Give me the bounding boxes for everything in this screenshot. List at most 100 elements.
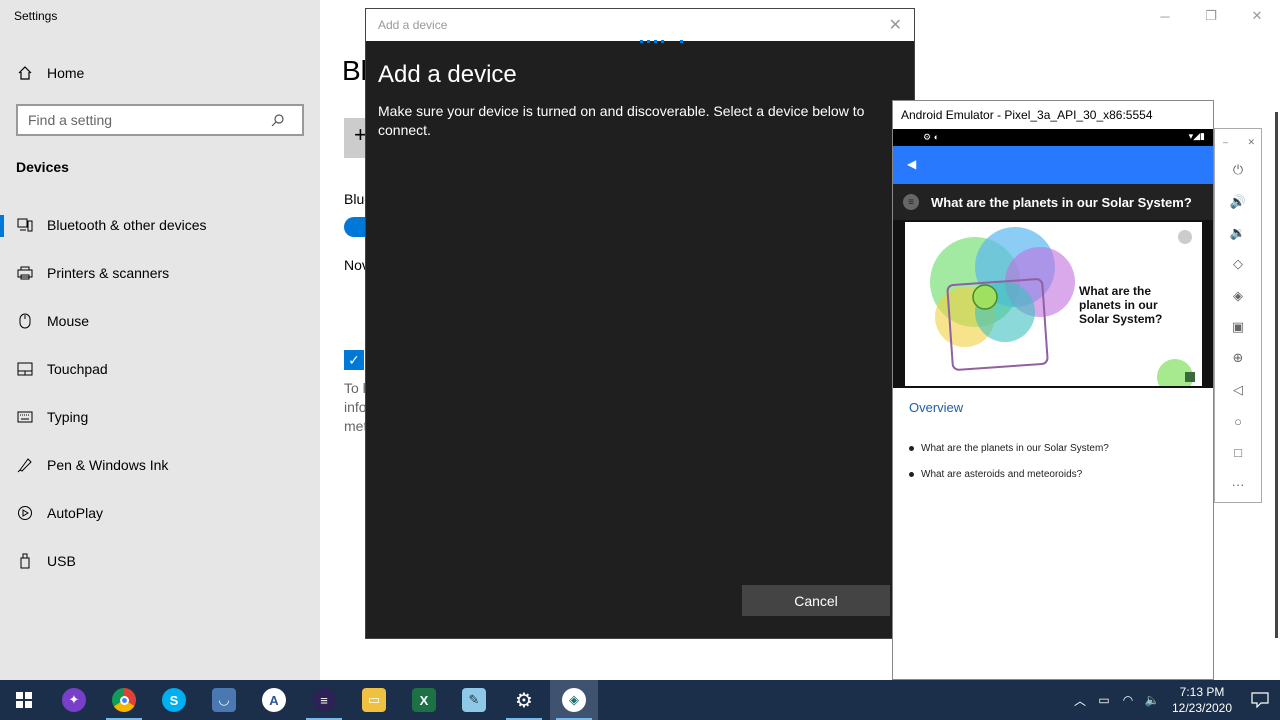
back-arrow-icon[interactable]: ◀ [907,157,916,171]
more-icon[interactable]: ··· [1227,473,1249,495]
restore-button[interactable]: ❐ [1188,0,1234,32]
close-icon[interactable]: ✕ [889,15,902,35]
hero-illustration: What are the planets in our Solar System… [905,222,1202,386]
battery-icon[interactable]: ▭ [1092,680,1116,720]
nav-bluetooth-devices[interactable]: Bluetooth & other devices [0,205,320,245]
nav-home-label: Home [47,65,85,81]
content-header: ≡ What are the planets in our Solar Syst… [893,184,1213,220]
progress-dots [640,40,683,43]
close-icon[interactable]: ✕ [1247,137,1255,148]
nav-label: Mouse [47,313,90,329]
dialog-titlebar-text: Add a device [378,18,448,32]
nav-touchpad[interactable]: Touchpad [0,349,320,389]
taskbar-file-explorer[interactable]: ▭ [350,680,398,720]
notepad-icon: ✎ [462,688,486,712]
pen-icon [16,456,34,474]
status-notification-icons: ⚙ ◐ [923,132,940,142]
nav-label: Bluetooth & other devices [47,217,207,233]
list-item[interactable]: What are the planets in our Solar System… [909,443,1109,454]
back-icon[interactable]: ◁ [1227,379,1249,401]
hero-text: What are the planets in our Solar System… [1079,284,1163,326]
power-icon[interactable]: ⏻ [1227,159,1249,181]
close-button[interactable]: ✕ [1234,0,1280,32]
info-text-line: met [344,418,368,434]
volume-icon[interactable]: 🔈 [1140,680,1164,720]
emulator-window-controls: – ✕ [1223,137,1255,148]
skype-icon: S [162,688,186,712]
start-button[interactable] [0,680,48,720]
rotate-right-icon[interactable]: ◈ [1227,285,1249,307]
settings-nav-pane: Settings Home Devices Bluetooth & other … [0,0,320,680]
eclipse-icon: ≡ [312,688,336,712]
search-box[interactable] [16,104,304,136]
nav-label: Printers & scanners [47,265,170,281]
nav-pen-ink[interactable]: Pen & Windows Ink [0,445,320,485]
wifi-icon[interactable]: ◠ [1116,680,1140,720]
clock[interactable]: 7:13 PM 12/23/2020 [1164,684,1240,716]
home-icon [16,64,34,82]
taskbar-excel[interactable]: X [400,680,448,720]
window-controls: ─ ❐ ✕ [1142,0,1280,32]
chrome-icon [112,688,136,712]
nav-label: AutoPlay [47,505,104,521]
taskbar-skype[interactable]: S [150,680,198,720]
camera-icon[interactable]: ▣ [1227,316,1249,338]
cancel-button[interactable]: Cancel [742,585,890,616]
list-item[interactable]: What are asteroids and meteoroids? [909,469,1082,480]
minimize-icon[interactable]: – [1223,137,1228,148]
search-input[interactable] [18,112,268,128]
scrollbar[interactable] [1275,112,1278,638]
taskbar-chrome[interactable] [100,680,148,720]
bluetooth-devices-icon [16,216,34,234]
app-bar: ◀ [893,146,1213,184]
app-blue-icon: ◡ [212,688,236,712]
nav-usb[interactable]: USB [0,541,320,581]
excel-icon: X [412,688,436,712]
menu-icon[interactable]: ≡ [903,194,919,210]
nav-label: USB [47,553,76,569]
printer-icon [16,264,34,282]
status-signal-icons: ▾◢▮ [1188,131,1205,141]
volume-up-icon[interactable]: 🔊 [1227,191,1249,213]
notification-icon[interactable] [1240,680,1280,720]
clock-date: 12/23/2020 [1171,701,1233,715]
section-header-devices: Devices [16,159,69,175]
metered-checkbox[interactable]: ✓ [344,350,364,370]
taskbar: ✦ S ◡ A ≡ ▭ X ✎ ⚙ ◈ ︿ ▭ ◠ 🔈 7:13 PM 12/2… [0,680,1280,720]
nav-home[interactable]: Home [0,53,320,93]
remote-app-icon: ◈ [562,688,586,712]
page-title: Bl [342,55,367,86]
taskbar-settings[interactable]: ⚙ [500,680,548,720]
overview-link[interactable]: Overview [909,400,963,415]
taskbar-notepad[interactable]: ✎ [450,680,498,720]
usb-icon [16,552,34,570]
nav-typing[interactable]: Typing [0,397,320,437]
taskbar-remote-app[interactable]: ◈ [550,680,598,720]
zoom-icon[interactable]: ⊕ [1227,347,1249,369]
nav-autoplay[interactable]: AutoPlay [0,493,320,533]
taskbar-app-blue[interactable]: ◡ [200,680,248,720]
volume-down-icon[interactable]: 🔉 [1227,222,1249,244]
purple-app-icon: ✦ [62,688,86,712]
hero-image: What are the planets in our Solar System… [893,220,1213,388]
taskbar-app-purple[interactable]: ✦ [50,680,98,720]
chevron-up-icon[interactable]: ︿ [1068,680,1092,720]
taskbar-eclipse[interactable]: ≡ [300,680,348,720]
emulator-title: Android Emulator - Pixel_3a_API_30_x86:5… [901,108,1153,122]
touchpad-icon [16,360,34,378]
nav-mouse[interactable]: Mouse [0,301,320,341]
rotate-left-icon[interactable]: ◇ [1227,253,1249,275]
overview-icon[interactable]: □ [1227,441,1249,463]
android-emulator-window: Android Emulator - Pixel_3a_API_30_x86:5… [892,100,1214,680]
dialog-titlebar: Add a device ✕ [366,9,914,41]
home-icon[interactable]: ○ [1227,410,1249,432]
add-device-dialog: Add a device ✕ Add a device Make sure yo… [365,8,915,639]
nav-printers-scanners[interactable]: Printers & scanners [0,253,320,293]
folder-icon: ▭ [362,688,386,712]
minimize-button[interactable]: ─ [1142,0,1188,32]
gear-icon: ⚙ [515,689,533,712]
nav-label: Typing [47,409,89,425]
content-title: What are the planets in our Solar System… [931,194,1192,210]
taskbar-wordpad[interactable]: A [250,680,298,720]
search-icon[interactable] [268,110,288,130]
